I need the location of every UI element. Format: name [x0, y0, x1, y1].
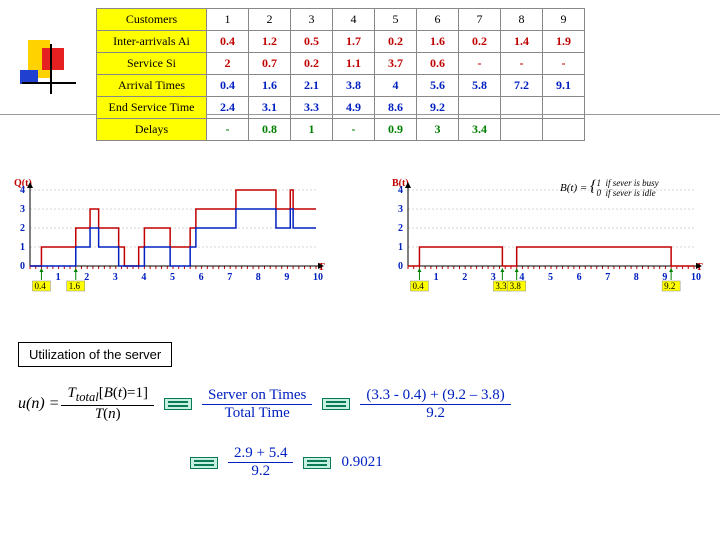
- svg-text:8: 8: [256, 272, 261, 283]
- svg-text:1: 1: [434, 272, 439, 283]
- equals-icon: [303, 457, 331, 469]
- svg-text:3: 3: [20, 204, 25, 215]
- svg-text:3.3: 3.3: [495, 281, 507, 291]
- svg-text:7: 7: [605, 272, 610, 283]
- frac-numbers: (3.3 - 0.4) + (9.2 – 3.8) 9.2: [360, 387, 510, 422]
- frac-words: Server on Times Total Time: [202, 387, 312, 422]
- svg-text:6: 6: [199, 272, 204, 283]
- svg-text:4: 4: [20, 185, 25, 196]
- slide-logo: [20, 40, 80, 100]
- svg-text:1.6: 1.6: [69, 281, 81, 291]
- formula-row-2: 2.9 + 5.4 9.2 0.9021: [190, 445, 383, 480]
- frac-sum: 2.9 + 5.4 9.2: [228, 445, 293, 480]
- svg-text:2: 2: [462, 272, 467, 283]
- queue-chart: Q(t)T01234123456789100.41.6: [6, 176, 326, 296]
- svg-text:0: 0: [20, 261, 25, 272]
- svg-text:1: 1: [20, 242, 25, 253]
- svg-text:3: 3: [398, 204, 403, 215]
- svg-text:5: 5: [170, 272, 175, 283]
- svg-text:10: 10: [691, 272, 701, 283]
- svg-text:0.4: 0.4: [412, 281, 424, 291]
- svg-text:4: 4: [141, 272, 146, 283]
- svg-text:1: 1: [56, 272, 61, 283]
- svg-text:2: 2: [20, 223, 25, 234]
- svg-text:2: 2: [398, 223, 403, 234]
- svg-text:1: 1: [398, 242, 403, 253]
- equals-icon: [190, 457, 218, 469]
- svg-text:6: 6: [577, 272, 582, 283]
- svg-text:3.8: 3.8: [510, 281, 522, 291]
- equals-icon: [322, 398, 350, 410]
- svg-text:9.2: 9.2: [664, 281, 675, 291]
- svg-text:8: 8: [634, 272, 639, 283]
- result: 0.9021: [341, 454, 382, 471]
- svg-text:0: 0: [398, 261, 403, 272]
- svg-text:7: 7: [227, 272, 232, 283]
- bt-definition: B(t) = {1 if sever is busy0 if sever is …: [560, 178, 659, 198]
- svg-text:9: 9: [284, 272, 289, 283]
- utilization-heading: Utilization of the server: [18, 342, 172, 367]
- svg-text:3: 3: [113, 272, 118, 283]
- svg-text:0.4: 0.4: [34, 281, 46, 291]
- svg-text:5: 5: [548, 272, 553, 283]
- formula-row-1: u(n) = Ttotal[B(t)=1] T(n) Server on Tim…: [18, 385, 511, 423]
- svg-text:10: 10: [313, 272, 323, 283]
- data-table: Customers123456789Inter-arrivals Ai0.41.…: [96, 8, 585, 141]
- formula-lhs: u(n) = Ttotal[B(t)=1] T(n): [18, 385, 154, 423]
- svg-text:4: 4: [398, 185, 403, 196]
- equals-icon: [164, 398, 192, 410]
